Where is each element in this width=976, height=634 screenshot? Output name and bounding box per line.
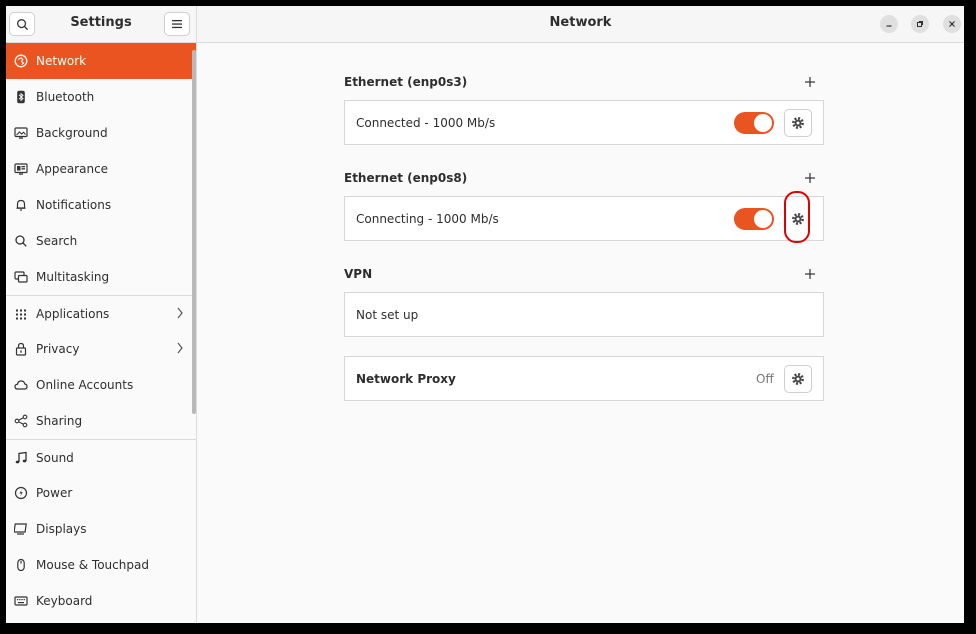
toggle-knob	[754, 210, 772, 228]
gear-icon	[792, 117, 804, 129]
sidebar-item-background[interactable]: Background	[6, 115, 196, 151]
vpn-status: Not set up	[356, 308, 419, 322]
sidebar-item-label: Keyboard	[36, 594, 93, 608]
search-icon	[13, 233, 29, 249]
toggle-knob	[754, 114, 772, 132]
sidebar-item-label: Displays	[36, 522, 87, 536]
network-proxy-row[interactable]: Network Proxy Off	[344, 356, 824, 401]
sidebar-item-label: Applications	[36, 306, 110, 321]
sidebar-item-label: Background	[36, 126, 108, 140]
sidebar-item-bluetooth[interactable]: Bluetooth	[6, 79, 196, 115]
background-icon	[13, 125, 29, 141]
bluetooth-icon	[13, 89, 29, 105]
ethernet-enp0s8-row: Connecting - 1000 Mb/s	[344, 196, 824, 241]
menu-button[interactable]	[164, 12, 190, 36]
sidebar-item-label: Multitasking	[36, 270, 110, 284]
sidebar-item-label: Sharing	[36, 414, 83, 428]
sidebar-item-displays[interactable]: Displays	[6, 511, 196, 547]
add-ethernet-enp0s8-plus-icon[interactable]	[804, 172, 816, 184]
sidebar-item-label: Mouse & Touchpad	[36, 558, 149, 572]
appearance-icon	[13, 161, 29, 177]
sidebar-item-online-accounts[interactable]: Online Accounts	[6, 367, 196, 403]
ethernet-enp0s8-heading: Ethernet (enp0s8)	[344, 171, 468, 185]
sidebar-list: Network Bluetooth Background Appearance …	[6, 43, 196, 619]
sidebar-item-label: Network	[36, 54, 87, 68]
gear-icon	[792, 373, 804, 385]
bell-icon	[13, 197, 29, 213]
sidebar-item-label: Online Accounts	[36, 378, 134, 392]
network-proxy-label: Network Proxy	[356, 372, 456, 386]
main-header: Network	[197, 6, 964, 43]
network-proxy-settings-button[interactable]	[784, 365, 812, 393]
sidebar-item-power[interactable]: Power	[6, 475, 196, 511]
power-icon	[13, 485, 29, 501]
vpn-row: Not set up	[344, 292, 824, 337]
mouse-icon	[13, 557, 29, 573]
keyboard-icon	[13, 593, 29, 609]
hamburger-icon	[172, 20, 182, 29]
lock-icon	[13, 341, 29, 357]
sidebar-item-label: Search	[36, 234, 78, 248]
close-button[interactable]	[943, 15, 961, 33]
close-icon	[949, 21, 955, 27]
ethernet-enp0s8-toggle[interactable]	[734, 208, 774, 230]
sidebar-item-label: Power	[36, 486, 73, 500]
sidebar-item-sound[interactable]: Sound	[6, 439, 196, 475]
sidebar-item-label: Sound	[36, 450, 74, 465]
sidebar-item-label: Bluetooth	[36, 90, 95, 104]
sidebar-item-multitasking[interactable]: Multitasking	[6, 259, 196, 295]
ethernet-enp0s3-toggle[interactable]	[734, 112, 774, 134]
sidebar-item-keyboard[interactable]: Keyboard	[6, 583, 196, 619]
sidebar-item-label: Appearance	[36, 162, 109, 176]
sidebar-item-network[interactable]: Network	[6, 43, 196, 79]
ethernet-enp0s3-row: Connected - 1000 Mb/s	[344, 100, 824, 145]
maximize-button[interactable]	[911, 15, 929, 33]
multitasking-icon	[13, 269, 29, 285]
network-icon	[13, 53, 29, 69]
network-proxy-status: Off	[756, 372, 774, 386]
sidebar: Settings Network Bluetooth Background Ap…	[6, 6, 197, 623]
sidebar-item-label: Privacy	[36, 342, 80, 356]
restore-icon	[917, 21, 923, 27]
sidebar-item-appearance[interactable]: Appearance	[6, 151, 196, 187]
minimize-button[interactable]	[880, 15, 898, 33]
chevron-right-icon	[177, 342, 183, 354]
ethernet-enp0s8-status: Connecting - 1000 Mb/s	[356, 212, 499, 226]
highlight-annotation	[784, 191, 810, 243]
sidebar-item-applications[interactable]: Applications	[6, 295, 196, 331]
sidebar-item-search[interactable]: Search	[6, 223, 196, 259]
sidebar-item-label: Notifications	[36, 198, 112, 212]
settings-window: Settings Network Bluetooth Background Ap…	[6, 6, 964, 623]
vpn-heading: VPN	[344, 267, 373, 281]
ethernet-enp0s3-heading: Ethernet (enp0s3)	[344, 75, 468, 89]
music-note-icon	[13, 450, 29, 466]
main-panel: Network Ethernet (enp0s3) Connected - 10…	[197, 6, 964, 623]
share-icon	[13, 413, 29, 429]
cloud-icon	[13, 377, 29, 393]
minimize-icon	[886, 25, 892, 27]
add-ethernet-enp0s3-plus-icon[interactable]	[804, 76, 816, 88]
sidebar-item-notifications[interactable]: Notifications	[6, 187, 196, 223]
ethernet-enp0s3-settings-button[interactable]	[784, 109, 812, 137]
sidebar-item-sharing[interactable]: Sharing	[6, 403, 196, 439]
grid-icon	[13, 306, 29, 322]
sidebar-header: Settings	[6, 6, 196, 43]
display-icon	[13, 521, 29, 537]
add-vpn-plus-icon[interactable]	[804, 268, 816, 280]
sidebar-item-mouse-touchpad[interactable]: Mouse & Touchpad	[6, 547, 196, 583]
page-title: Network	[549, 15, 612, 30]
chevron-right-icon	[177, 307, 183, 319]
sidebar-scrollbar[interactable]	[192, 50, 196, 414]
ethernet-enp0s3-status: Connected - 1000 Mb/s	[356, 116, 496, 130]
sidebar-item-privacy[interactable]: Privacy	[6, 331, 196, 367]
